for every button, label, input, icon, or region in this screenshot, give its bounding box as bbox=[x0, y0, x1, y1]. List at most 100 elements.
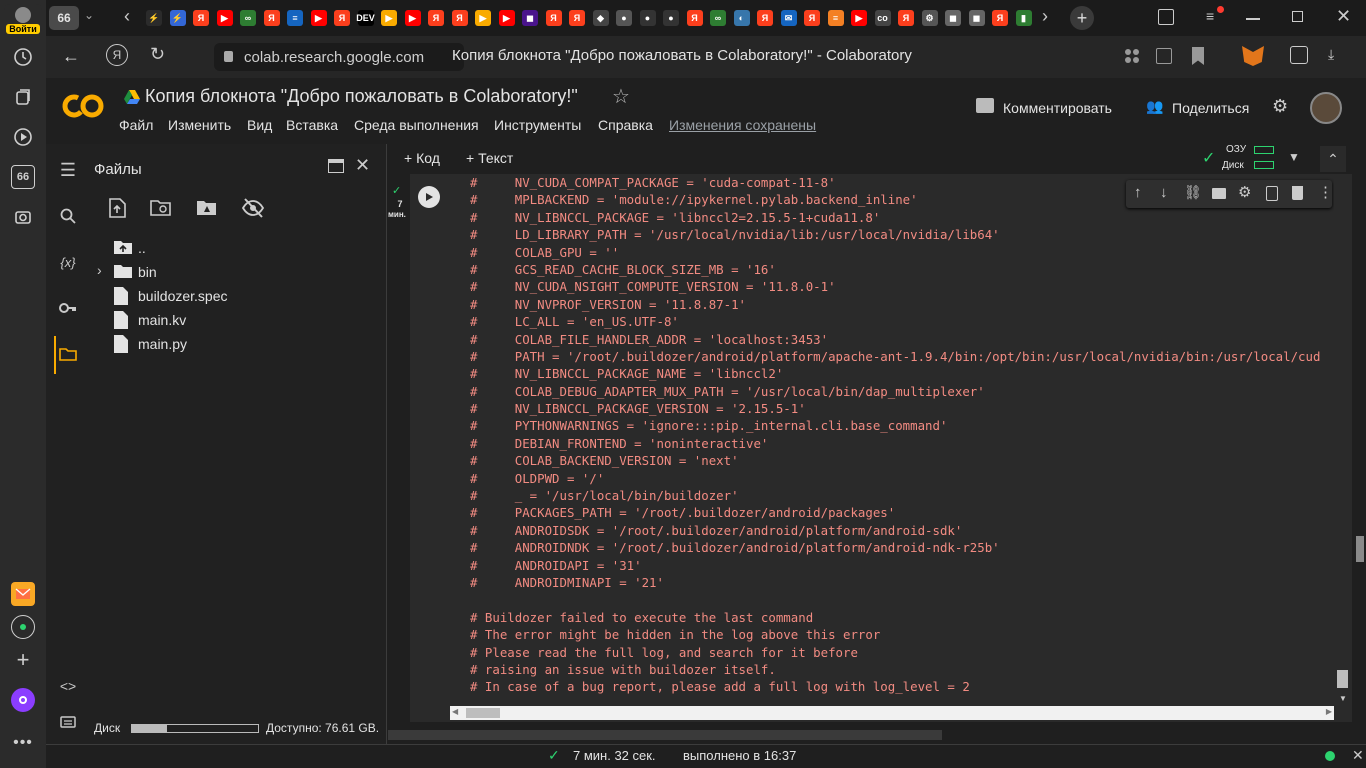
share-button[interactable]: Поделиться bbox=[1172, 100, 1249, 116]
collections-icon[interactable] bbox=[11, 85, 35, 109]
menu-tools[interactable]: Инструменты bbox=[494, 117, 581, 133]
tab-icon-29[interactable]: Я bbox=[804, 10, 820, 26]
delete-cell-icon[interactable] bbox=[1292, 186, 1303, 200]
tabs-scroll-left-icon[interactable]: ‹ bbox=[124, 6, 138, 28]
tab-icon-17[interactable]: ◼ bbox=[522, 10, 538, 26]
tab-icon-11[interactable]: ▶ bbox=[381, 10, 397, 26]
back-arrow-icon[interactable]: ← bbox=[62, 46, 80, 67]
output-vertical-scrollbar[interactable]: ▼ bbox=[1334, 174, 1350, 704]
video-icon[interactable] bbox=[11, 125, 35, 149]
extensions-icon[interactable] bbox=[1124, 48, 1140, 64]
tab-icon-21[interactable]: ● bbox=[616, 10, 632, 26]
tabs-scroll-right-icon[interactable]: › bbox=[1042, 6, 1056, 28]
menu-view[interactable]: Вид bbox=[247, 117, 272, 133]
output-horizontal-scrollbar[interactable]: ◀ ▶ bbox=[450, 706, 1334, 720]
tab-icon-9[interactable]: Я bbox=[334, 10, 350, 26]
tab-icon-34[interactable]: ⚙ bbox=[921, 10, 938, 26]
files-folder-icon[interactable] bbox=[56, 342, 80, 366]
account-avatar[interactable] bbox=[1310, 92, 1342, 124]
more-icon[interactable]: ••• bbox=[11, 731, 35, 755]
save-status[interactable]: Изменения сохранены bbox=[669, 117, 816, 133]
command-palette-icon[interactable] bbox=[56, 710, 80, 734]
login-button[interactable]: Войти bbox=[4, 4, 42, 34]
tab-icon-1[interactable]: ⚡ bbox=[146, 10, 162, 26]
menu-insert[interactable]: Вставка bbox=[286, 117, 338, 133]
tabs-count-icon[interactable]: 66 bbox=[11, 165, 35, 189]
star-icon[interactable]: ☆ bbox=[612, 84, 630, 109]
comment-button[interactable]: Комментировать bbox=[1003, 100, 1112, 116]
tab-icon-15[interactable]: ▶ bbox=[475, 10, 491, 26]
menu-file[interactable]: Файл bbox=[119, 117, 153, 133]
bookmark-icon[interactable] bbox=[1192, 47, 1204, 65]
colab-logo-icon[interactable] bbox=[62, 92, 104, 120]
history-icon[interactable] bbox=[11, 45, 35, 69]
cell-comment-icon[interactable] bbox=[1212, 188, 1226, 199]
file-item[interactable]: main.kv bbox=[114, 310, 186, 330]
mirror-cell-icon[interactable] bbox=[1266, 186, 1278, 201]
tab-icon-5[interactable]: ∞ bbox=[240, 10, 256, 26]
resources-dropdown-icon[interactable]: ▼ bbox=[1288, 150, 1300, 164]
screenshot-icon[interactable] bbox=[11, 205, 35, 229]
tab-icon-12[interactable]: ▶ bbox=[404, 10, 421, 26]
tab-icon-25[interactable]: ∞ bbox=[710, 10, 726, 26]
refresh-folder-icon[interactable] bbox=[150, 199, 172, 217]
code-snippets-icon[interactable]: <> bbox=[56, 674, 80, 698]
tab-icon-4[interactable]: ▶ bbox=[216, 10, 233, 26]
move-up-icon[interactable]: ↑ bbox=[1134, 184, 1142, 201]
mail-icon[interactable] bbox=[11, 582, 35, 606]
notebook-horizontal-scrollbar[interactable] bbox=[388, 730, 942, 740]
bookmarks-panel-icon[interactable] bbox=[1158, 9, 1174, 25]
tab-icon-35[interactable]: ◼ bbox=[945, 10, 961, 26]
file-item[interactable]: buildozer.spec bbox=[114, 286, 228, 306]
close-window-icon[interactable]: ✕ bbox=[1336, 6, 1352, 26]
folder-item[interactable]: › bin bbox=[97, 262, 157, 282]
connection-status-dot[interactable] bbox=[1325, 751, 1335, 761]
expand-panel-icon[interactable] bbox=[328, 159, 344, 173]
menu-edit[interactable]: Изменить bbox=[168, 117, 231, 133]
tab-icon-18[interactable]: Я bbox=[545, 10, 562, 26]
code-cell[interactable]: # NV_CUDA_COMPAT_PACKAGE = 'cuda-compat-… bbox=[410, 174, 1352, 722]
tab-icon-30[interactable]: ≡ bbox=[827, 10, 844, 26]
tab-icon-6[interactable]: Я bbox=[263, 10, 280, 26]
mount-drive-icon[interactable] bbox=[196, 199, 218, 217]
tab-icon-32[interactable]: co bbox=[874, 10, 891, 26]
tab-icon-20[interactable]: ◆ bbox=[592, 10, 609, 26]
close-panel-icon[interactable]: ✕ bbox=[355, 155, 370, 176]
menu-help[interactable]: Справка bbox=[598, 117, 653, 133]
tab-icon-10[interactable]: DEV bbox=[356, 10, 375, 26]
tab-icon-2[interactable]: ⚡ bbox=[169, 10, 186, 26]
notebook-scrollbar[interactable] bbox=[1354, 144, 1366, 744]
yandex-home-icon[interactable]: Я bbox=[106, 44, 128, 66]
tab-icon-28[interactable]: ✉ bbox=[780, 10, 797, 26]
close-status-icon[interactable]: ✕ bbox=[1352, 747, 1364, 764]
tab-icon-31[interactable]: ▶ bbox=[851, 10, 867, 26]
file-item[interactable]: main.py bbox=[114, 334, 187, 354]
tab-icon-33[interactable]: Я bbox=[898, 10, 914, 26]
expand-chevron-icon[interactable]: › bbox=[97, 262, 102, 278]
tab-icon-3[interactable]: Я bbox=[193, 10, 209, 26]
add-panel-icon[interactable]: + bbox=[11, 647, 35, 672]
tab-icon-22[interactable]: ● bbox=[639, 10, 656, 26]
tab-icon-26[interactable]: ◐ bbox=[733, 10, 750, 26]
tab-icon-13[interactable]: Я bbox=[428, 10, 444, 26]
add-code-button[interactable]: + Код bbox=[404, 150, 440, 166]
hide-files-icon[interactable] bbox=[242, 198, 264, 218]
reload-icon[interactable]: ↻ bbox=[150, 44, 165, 65]
link-icon[interactable]: ⛓ bbox=[1184, 184, 1202, 201]
tab-icon-24[interactable]: Я bbox=[686, 10, 703, 26]
upload-file-icon[interactable] bbox=[108, 198, 126, 218]
tab-icon-7[interactable]: ≡ bbox=[287, 10, 303, 26]
pwa-install-icon[interactable] bbox=[1290, 46, 1308, 64]
tab-icon-27[interactable]: Я bbox=[757, 10, 773, 26]
tab-icon-19[interactable]: Я bbox=[569, 10, 585, 26]
tab-icon-23[interactable]: ● bbox=[663, 10, 679, 26]
restore-icon[interactable] bbox=[1292, 11, 1303, 22]
menu-icon[interactable]: ≡ bbox=[1206, 6, 1224, 26]
tab-icon-38[interactable]: ▮ bbox=[1015, 10, 1032, 26]
downloads-icon[interactable]: ⤓ bbox=[1328, 46, 1346, 64]
chevron-down-icon[interactable]: ⌄ bbox=[84, 8, 104, 28]
cell-settings-icon[interactable]: ⚙ bbox=[1238, 183, 1251, 201]
settings-gear-icon[interactable]: ⚙ bbox=[1272, 96, 1288, 117]
alice-icon[interactable] bbox=[11, 688, 35, 712]
notebook-title[interactable]: Копия блокнота "Добро пожаловать в Colab… bbox=[145, 86, 578, 107]
